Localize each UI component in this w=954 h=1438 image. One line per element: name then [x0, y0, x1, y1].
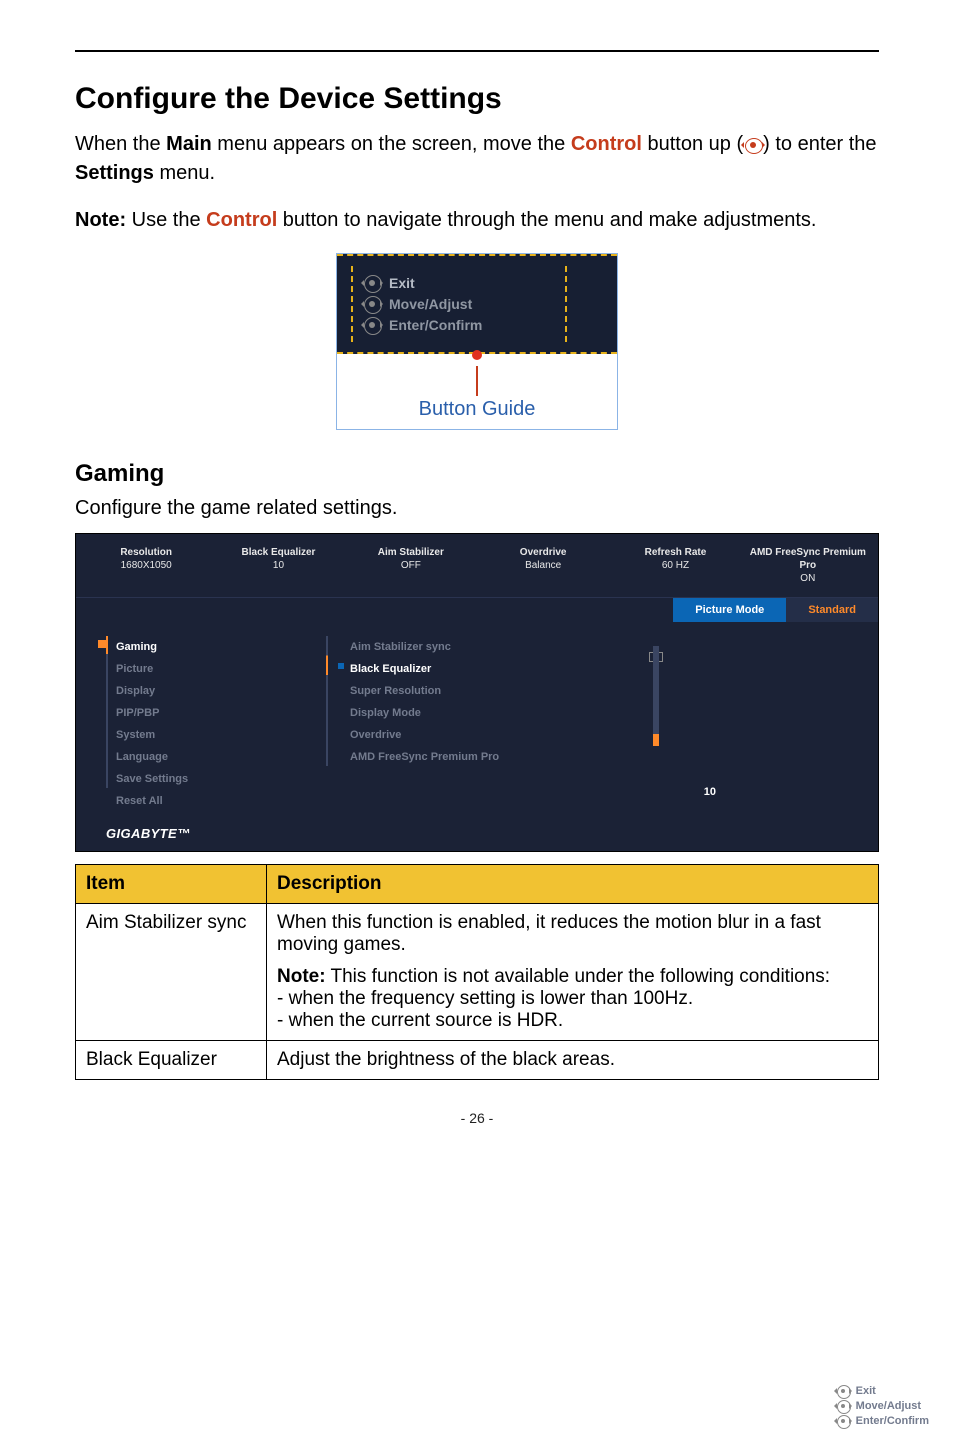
- gaming-subtext: Configure the game related settings.: [75, 494, 879, 523]
- osd-menu-system[interactable]: System: [116, 724, 316, 746]
- osd-slider[interactable]: 10: [576, 622, 736, 826]
- joystick-left-icon: [361, 275, 383, 291]
- description-table: Item Description Aim Stabilizer sync Whe…: [75, 864, 879, 1080]
- osd-brand-logo: GIGABYTE™: [106, 826, 191, 841]
- osd-mode-bar: Picture Mode Standard: [76, 598, 878, 622]
- note-label: Note:: [75, 209, 126, 231]
- osd-left-menu: Gaming Picture Display PIP/PBP System La…: [76, 622, 326, 826]
- intro-paragraph: When the Main menu appears on the screen…: [75, 130, 879, 188]
- table-header-desc: Description: [267, 865, 879, 904]
- desc-bullet: - when the current source is HDR.: [277, 1010, 868, 1032]
- desc-bullet: - when the frequency setting is lower th…: [277, 988, 868, 1010]
- text: menu appears on the screen, move the: [212, 133, 571, 155]
- table-header-item: Item: [76, 865, 267, 904]
- text: When the: [75, 133, 166, 155]
- osd-status-resolution: Resolution1680X1050: [84, 546, 208, 585]
- osd-picture-mode-value[interactable]: Standard: [786, 598, 878, 622]
- osd-sub-displaymode[interactable]: Display Mode: [336, 702, 566, 724]
- button-guide-label: Button Guide: [337, 398, 617, 421]
- osd-menu-language[interactable]: Language: [116, 746, 316, 768]
- heading-gaming: Gaming: [75, 460, 879, 488]
- osd-menu-gaming[interactable]: Gaming: [116, 636, 316, 658]
- osd-sub-blackeq[interactable]: Black Equalizer: [336, 658, 566, 680]
- callout-handle: [472, 350, 482, 360]
- control-word: Control: [206, 209, 277, 231]
- guide-enter-label: Enter/Confirm: [389, 317, 482, 333]
- osd-right-area: [736, 622, 878, 826]
- button-guide-box: Exit Move/Adjust Enter/Confirm Button Gu…: [336, 253, 618, 430]
- slider-value: 10: [704, 786, 716, 798]
- slider-track: [653, 646, 659, 746]
- joystick-icon: [743, 138, 763, 152]
- settings-word: Settings: [75, 162, 154, 184]
- osd-footer: GIGABYTE™ Exit Move/Adjust Enter/Confirm: [76, 826, 878, 851]
- osd-help-hints: Exit Move/Adjust Enter/Confirm: [834, 1382, 929, 1430]
- osd-help-enter: Enter/Confirm: [834, 1415, 929, 1427]
- desc-note: Note: This function is not available und…: [277, 966, 868, 988]
- osd-panel: Resolution1680X1050 Black Equalizer10 Ai…: [75, 533, 879, 852]
- text: menu.: [154, 162, 215, 184]
- button-guide-caption: Button Guide: [337, 354, 617, 429]
- joystick-press-icon: [834, 1415, 852, 1427]
- osd-mid-indicator: [326, 636, 328, 766]
- osd-status-blackeq: Black Equalizer10: [216, 546, 340, 585]
- text: button to navigate through the menu and …: [277, 209, 816, 231]
- main-word: Main: [166, 133, 212, 155]
- note-paragraph: Note: Use the Control button to navigate…: [75, 206, 879, 235]
- osd-status-aimstab: Aim StabilizerOFF: [349, 546, 473, 585]
- button-guide-osd-hint: Exit Move/Adjust Enter/Confirm: [337, 254, 617, 354]
- osd-menu-picture[interactable]: Picture: [116, 658, 316, 680]
- osd-status-freesync: AMD FreeSync Premium ProON: [746, 546, 870, 585]
- text: ) to enter the: [763, 133, 876, 155]
- osd-status-refresh: Refresh Rate60 HZ: [613, 546, 737, 585]
- osd-menu-savesettings[interactable]: Save Settings: [116, 768, 316, 790]
- table-cell-desc: Adjust the brightness of the black areas…: [267, 1041, 879, 1080]
- desc-text: When this function is enabled, it reduce…: [277, 912, 868, 956]
- table-cell-item: Aim Stabilizer sync: [76, 904, 267, 1041]
- guide-move-label: Move/Adjust: [389, 296, 472, 312]
- text: button up (: [642, 133, 743, 155]
- osd-picture-mode-label[interactable]: Picture Mode: [673, 598, 786, 622]
- table-row: Aim Stabilizer sync When this function i…: [76, 904, 879, 1041]
- guide-exit-label: Exit: [389, 275, 415, 291]
- table-row: Black Equalizer Adjust the brightness of…: [76, 1041, 879, 1080]
- osd-sub-aimstab[interactable]: Aim Stabilizer sync: [336, 636, 566, 658]
- table-cell-desc: When this function is enabled, it reduce…: [267, 904, 879, 1041]
- osd-menu-pippbp[interactable]: PIP/PBP: [116, 702, 316, 724]
- heading-configure: Configure the Device Settings: [75, 82, 879, 116]
- callout-line: [476, 366, 478, 396]
- page-number: - 26 -: [75, 1110, 879, 1126]
- osd-menu-resetall[interactable]: Reset All: [116, 790, 316, 812]
- joystick-press-icon: [361, 317, 383, 333]
- osd-help-move: Move/Adjust: [834, 1400, 929, 1412]
- joystick-all-icon: [361, 296, 383, 312]
- osd-main: Gaming Picture Display PIP/PBP System La…: [76, 622, 878, 826]
- top-rule: [75, 50, 879, 52]
- osd-left-indicator: [106, 636, 108, 788]
- osd-sub-freesync[interactable]: AMD FreeSync Premium Pro: [336, 746, 566, 768]
- osd-sub-overdrive[interactable]: Overdrive: [336, 724, 566, 746]
- joystick-left-icon: [834, 1385, 852, 1397]
- button-guide-figure: Exit Move/Adjust Enter/Confirm Button Gu…: [75, 253, 879, 430]
- osd-status-overdrive: OverdriveBalance: [481, 546, 605, 585]
- joystick-all-icon: [834, 1400, 852, 1412]
- osd-menu-display[interactable]: Display: [116, 680, 316, 702]
- osd-submenu: Aim Stabilizer sync Black Equalizer Supe…: [326, 622, 576, 826]
- text: Use the: [126, 209, 206, 231]
- osd-help-exit: Exit: [834, 1385, 929, 1397]
- osd-status-bar: Resolution1680X1050 Black Equalizer10 Ai…: [76, 534, 878, 598]
- table-cell-item: Black Equalizer: [76, 1041, 267, 1080]
- osd-sub-superres[interactable]: Super Resolution: [336, 680, 566, 702]
- control-word: Control: [571, 133, 642, 155]
